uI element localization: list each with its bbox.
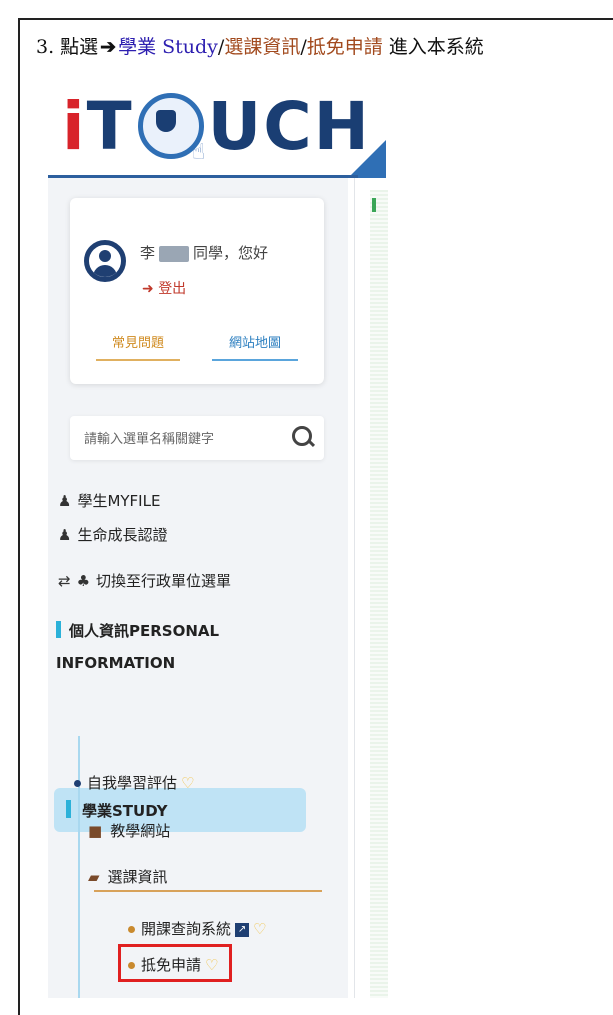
menu-life-label: 生命成長認證 (77, 526, 168, 544)
content-area (370, 190, 388, 998)
faq-link[interactable]: 常見問題 (96, 332, 180, 361)
folder-icon: ■ (88, 822, 103, 840)
section-personal-line1: 個人資訊PERSONAL (69, 622, 220, 640)
logout-icon: ➜ (142, 281, 154, 297)
pointer-hand-icon: ☝ (192, 140, 208, 165)
menu-switch-label: 切換至行政單位選單 (96, 572, 232, 590)
bullet-icon (74, 780, 81, 787)
course-info-label: 選課資訊 (107, 868, 168, 886)
screenshot: iTUCH ☝ 李同學，您好 ➜ 登出 常見問題 網站地圖 ♟學生MYFILE … (48, 78, 613, 998)
folder-open-icon: ▰ (88, 868, 100, 886)
content-marker (372, 198, 376, 212)
menu-item-teaching-site[interactable]: ■ 教學網站 (88, 820, 170, 841)
greeting-text: 同學，您好 (193, 244, 269, 262)
user-card: 李 同學，您好 ➜ 登出 常見問題 網站地圖 (70, 198, 324, 384)
menu-myfile-label: 學生MYFILE (77, 492, 161, 510)
instruction-course-info: 選課資訊 (224, 36, 301, 58)
name-blur (159, 245, 190, 262)
logo-rest: UCH (207, 87, 371, 165)
menu-item-course-info[interactable]: ▰ 選課資訊 (88, 866, 168, 887)
logo-t: T (86, 87, 134, 165)
external-link-icon[interactable]: ↗ (235, 922, 250, 937)
avatar-icon (84, 240, 126, 282)
arrow-icon: ➔ (100, 36, 117, 58)
sitemap-link[interactable]: 網站地圖 (212, 332, 298, 361)
instruction-suffix: 進入本系統 (382, 36, 484, 58)
switch-icon: ⇄ (58, 572, 71, 590)
course-query-label: 開課查詢系統 (141, 920, 232, 938)
section-personal[interactable]: 個人資訊PERSONAL (56, 620, 219, 641)
logout-link[interactable]: ➜ 登出 (142, 278, 186, 298)
menu-item-course-query[interactable]: 開課查詢系統 ↗ ♡ (128, 918, 266, 939)
section-bar (56, 621, 61, 638)
self-eval-label: 自我學習評估 (87, 774, 178, 792)
section-personal-line2: INFORMATION (56, 654, 176, 672)
greeting: 李 同學，您好 (140, 242, 268, 263)
menu-item-self-eval[interactable]: 自我學習評估 ♡ (74, 772, 194, 793)
sidebar-divider (354, 178, 355, 998)
heart-icon[interactable]: ♡ (181, 774, 194, 792)
instruction-text: 3. 點選 ➔ 學業 Study/選課資訊/抵免申請 進入本系統 (36, 32, 613, 59)
section-bar (66, 800, 71, 818)
itouch-logo[interactable]: i T UCH ☝ (62, 80, 371, 172)
teaching-site-label: 教學網站 (110, 822, 171, 840)
search-input[interactable] (82, 426, 286, 452)
section-study-label: 學業STUDY (82, 802, 168, 820)
logo-i: i (62, 87, 87, 165)
user-surname: 李 (140, 244, 156, 262)
instruction-credit-waiver: 抵免申請 (306, 36, 383, 58)
heart-icon[interactable]: ♡ (253, 920, 266, 938)
user-icon: ♟ (58, 492, 72, 510)
search-icon[interactable] (292, 426, 312, 446)
menu-item-life[interactable]: ♟ 生命成長認證 (58, 524, 167, 545)
active-folder-underline (94, 890, 322, 892)
instruction-prefix: 3. 點選 (36, 36, 99, 58)
menu-item-switch[interactable]: ⇄ ♣ 切換至行政單位選單 (58, 570, 231, 591)
users-icon: ♣ (76, 572, 91, 590)
menu-item-myfile[interactable]: ♟ 學生MYFILE (58, 490, 160, 511)
instruction-study: 學業 Study (118, 36, 218, 58)
highlight-box (118, 944, 232, 982)
logout-label: 登出 (158, 281, 187, 297)
menu-search (70, 416, 324, 460)
bullet-icon (128, 926, 135, 933)
user-icon: ♟ (58, 526, 72, 544)
header-corner (348, 140, 386, 178)
